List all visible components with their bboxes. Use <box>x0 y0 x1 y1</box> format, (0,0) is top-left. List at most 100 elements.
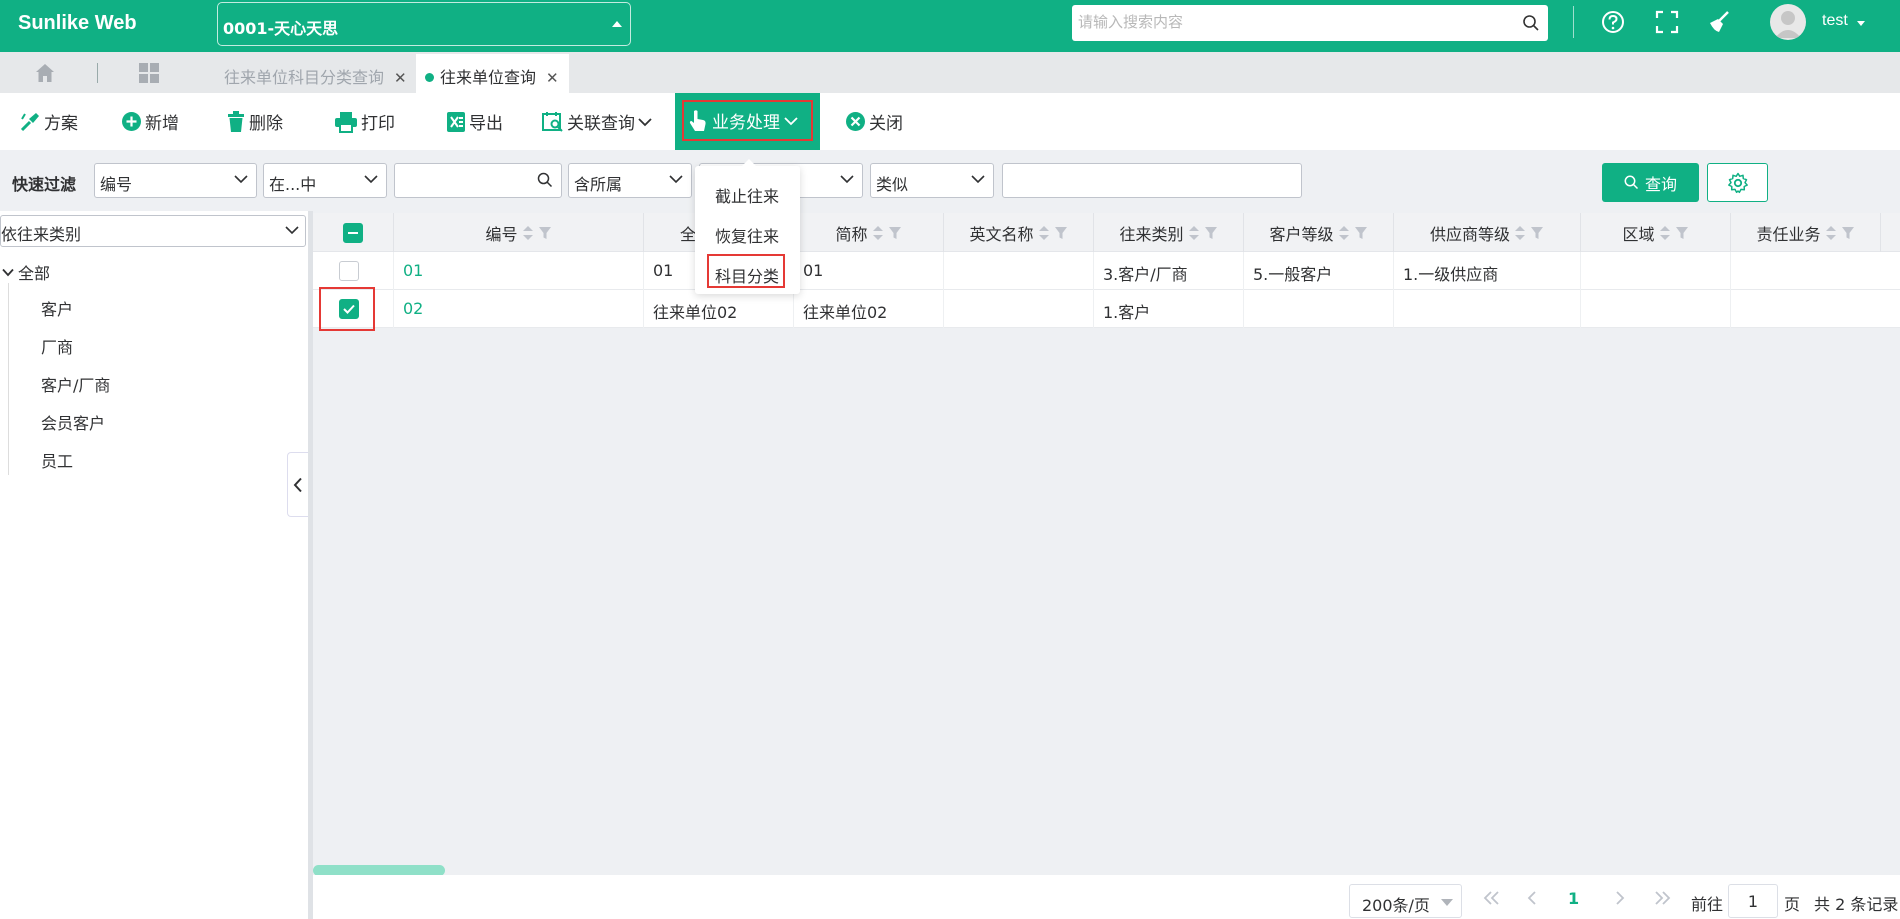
tree-item-employee[interactable]: 员工 <box>41 448 73 472</box>
checkbox-highlight <box>319 287 375 331</box>
header-region[interactable]: 区域 <box>1580 213 1730 252</box>
cell-code[interactable]: 02 <box>393 290 643 328</box>
table-row[interactable]: 01 01 01 3.客户/厂商 5.一般客户 1.一级供应商 <box>313 252 1900 290</box>
first-page-icon[interactable] <box>1483 890 1501 906</box>
close-button[interactable]: 关闭 <box>845 93 903 150</box>
table-row[interactable]: 02 往来单位02 往来单位02 1.客户 <box>313 290 1900 328</box>
header-label: 供应商等级 <box>1429 224 1510 244</box>
filter-icon <box>1531 226 1543 239</box>
row-checkbox[interactable] <box>339 261 359 281</box>
header-label: 编号 <box>485 224 518 244</box>
grid-header: 编号 全 简称 英文名称 往来类别 客户等级 供应商等级 区域 责任业务 <box>313 213 1900 252</box>
category-tree-panel: 依往来类别 全部 客户 厂商 客户/厂商 会员客户 员工 <box>0 211 308 919</box>
chevron-down-icon <box>784 116 798 125</box>
menu-item-stop-dealing[interactable]: 截止往来 <box>715 183 779 207</box>
header-english-name[interactable]: 英文名称 <box>943 213 1093 252</box>
hand-pointer-icon <box>689 109 706 131</box>
goto-page-input[interactable]: 1 <box>1728 884 1778 918</box>
home-icon[interactable] <box>34 62 56 88</box>
excel-icon <box>447 111 465 132</box>
broom-clean-icon[interactable] <box>1706 10 1734 38</box>
tab-label: 往来单位科目分类查询 <box>224 68 385 87</box>
search-icon[interactable] <box>1522 14 1540 36</box>
cell-responsible-business <box>1730 290 1880 328</box>
cell-code[interactable]: 01 <box>393 252 643 290</box>
user-menu-caret-icon[interactable] <box>1857 21 1865 26</box>
related-query-button[interactable]: 关联查询 <box>542 93 652 150</box>
print-button[interactable]: 打印 <box>334 93 395 150</box>
sort-icon[interactable] <box>1038 225 1050 241</box>
plus-circle-icon <box>122 112 141 131</box>
header-code[interactable]: 编号 <box>393 213 643 252</box>
add-button[interactable]: 新增 <box>121 93 179 150</box>
close-icon[interactable]: ✕ <box>546 69 559 87</box>
current-page-number[interactable]: 1 <box>1568 889 1579 908</box>
tab-customer-query[interactable]: 往来单位查询 ✕ <box>416 54 569 93</box>
filter-settings-button[interactable] <box>1707 163 1768 202</box>
sort-icon[interactable] <box>1659 225 1671 241</box>
filter-field-select[interactable]: 编号 <box>94 163 257 198</box>
next-page-icon[interactable] <box>1614 890 1626 906</box>
collapse-panel-button[interactable] <box>287 452 308 517</box>
close-icon[interactable]: ✕ <box>394 69 407 87</box>
filter-operator-select[interactable]: 在...中 <box>263 163 387 198</box>
company-select[interactable]: 0001-天心天思 <box>217 2 631 46</box>
filter-scope-select[interactable]: 含所属 <box>568 163 692 198</box>
sort-icon[interactable] <box>1514 225 1526 241</box>
quick-filter-label: 快速过滤 <box>12 175 77 194</box>
tree-item-member-customer[interactable]: 会员客户 <box>41 410 105 434</box>
search-input[interactable] <box>1078 5 1498 39</box>
menu-item-highlight <box>707 254 785 288</box>
sort-icon[interactable] <box>522 225 534 241</box>
cell-customer-level: 5.一般客户 <box>1243 252 1393 290</box>
tree-guide-line <box>8 283 9 475</box>
top-divider <box>1573 6 1574 38</box>
chevron-down-icon <box>971 175 985 184</box>
help-icon[interactable] <box>1600 10 1628 38</box>
cell-responsible-business <box>1730 252 1880 290</box>
header-customer-level[interactable]: 客户等级 <box>1243 213 1393 252</box>
select-all-checkbox[interactable] <box>343 222 363 243</box>
caret-up-icon <box>612 21 622 27</box>
business-process-button[interactable]: 业务处理 <box>675 93 820 150</box>
tree-root-all[interactable]: 全部 <box>2 260 50 284</box>
tree-item-customer-vendor[interactable]: 客户/厂商 <box>41 372 110 396</box>
sort-icon[interactable] <box>1188 225 1200 241</box>
header-label: 区域 <box>1622 224 1655 244</box>
delete-button[interactable]: 删除 <box>226 93 283 150</box>
filter-value-input[interactable] <box>394 163 562 198</box>
menu-item-resume-dealing[interactable]: 恢复往来 <box>715 223 779 247</box>
goto-suffix: 页 <box>1784 895 1801 914</box>
tab-customer-subject-query[interactable]: 往来单位科目分类查询 ✕ <box>224 54 414 93</box>
username[interactable]: test <box>1822 12 1848 30</box>
header-responsible-business[interactable]: 责任业务 <box>1730 213 1880 252</box>
filter-match-select[interactable]: 类似 <box>870 163 994 198</box>
query-button[interactable]: 查询 <box>1602 163 1699 202</box>
cell-shortname: 往来单位02 <box>793 290 943 328</box>
sort-icon[interactable] <box>872 225 884 241</box>
header-supplier-level[interactable]: 供应商等级 <box>1393 213 1580 252</box>
scheme-button[interactable]: 方案 <box>19 93 78 150</box>
chevron-down-icon <box>364 175 378 184</box>
avatar[interactable] <box>1770 4 1806 40</box>
sort-icon[interactable] <box>1825 225 1837 241</box>
filter-text-input[interactable] <box>1002 163 1302 198</box>
prev-page-icon[interactable] <box>1526 890 1538 906</box>
pagination-bar: 200条/页 1 前往 1 页 共 2 条记录 <box>313 875 1900 919</box>
fullscreen-icon[interactable] <box>1655 10 1683 38</box>
header-shortname[interactable]: 简称 <box>793 213 943 252</box>
page-size-select[interactable]: 200条/页 <box>1349 884 1462 918</box>
header-dealing-type[interactable]: 往来类别 <box>1093 213 1243 252</box>
group-by-select[interactable]: 依往来类别 <box>0 215 306 247</box>
export-button[interactable]: 导出 <box>446 93 503 150</box>
search-icon <box>537 172 553 188</box>
filter-scope-value: 含所属 <box>574 175 623 194</box>
last-page-icon[interactable] <box>1653 890 1671 906</box>
chevron-down-icon <box>840 175 854 184</box>
global-search[interactable] <box>1072 5 1548 41</box>
grid-apps-icon[interactable] <box>138 62 160 88</box>
sort-icon[interactable] <box>1338 225 1350 241</box>
tree-item-vendor[interactable]: 厂商 <box>41 334 73 358</box>
tree-item-customer[interactable]: 客户 <box>41 296 73 320</box>
close-circle-icon <box>846 112 865 131</box>
